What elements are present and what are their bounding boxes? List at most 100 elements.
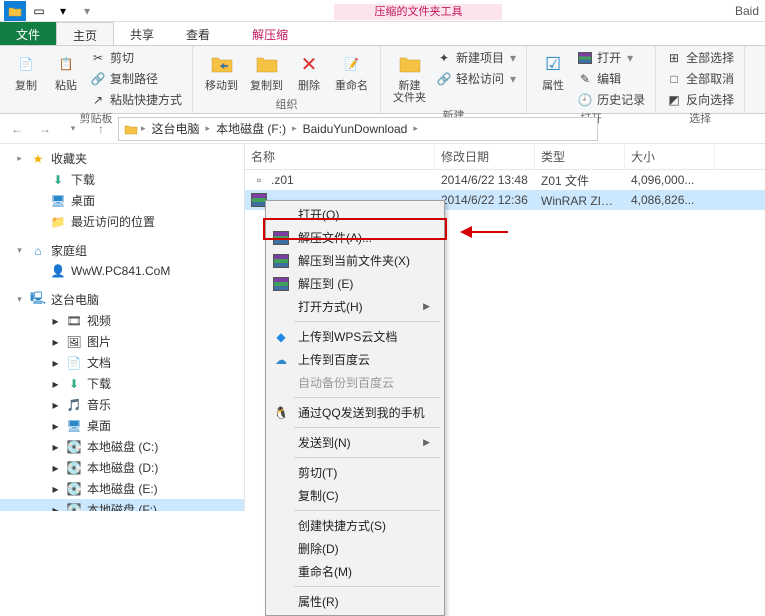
ctx-open-with[interactable]: 打开方式(H)▶: [268, 295, 442, 318]
easyaccess-button[interactable]: 🔗轻松访问▾: [434, 69, 518, 88]
ctx-cut[interactable]: 剪切(T): [268, 461, 442, 484]
selectnone-button[interactable]: □全部取消: [664, 69, 736, 88]
ctx-auto-backup: 自动备份到百度云: [268, 371, 442, 394]
wps-icon: ◆: [272, 329, 290, 345]
tree-pictures[interactable]: ▸🖼图片: [0, 331, 244, 352]
tree-drive-d[interactable]: ▸💽本地磁盘 (D:): [0, 457, 244, 478]
ribbon-tabs: 文件 主页 共享 查看 解压缩: [0, 22, 765, 46]
nav-up-button[interactable]: ↑: [90, 118, 112, 140]
nav-recent-button[interactable]: ▾: [62, 118, 84, 140]
newitem-button[interactable]: ✦新建项目▾: [434, 48, 518, 67]
drive-icon: 💽: [66, 460, 82, 476]
tab-share[interactable]: 共享: [114, 22, 170, 45]
tree-desktop[interactable]: 🖥桌面: [0, 190, 244, 211]
ctx-send-to[interactable]: 发送到(N)▶: [268, 431, 442, 454]
pasteshortcut-button[interactable]: ↗粘贴快捷方式: [88, 90, 184, 109]
drive-icon: 💽: [66, 502, 82, 512]
qat-dropdown-icon[interactable]: ▾: [76, 1, 98, 21]
file-row[interactable]: ▫.z01 2014/6/22 13:48 Z01 文件 4,096,000..…: [245, 170, 765, 190]
drive-icon: 💽: [66, 439, 82, 455]
tab-home[interactable]: 主页: [56, 22, 114, 45]
winrar-icon: [272, 276, 290, 292]
invertselect-button[interactable]: ◩反向选择: [664, 90, 736, 109]
tree-hg-site[interactable]: 👤WwW.PC841.CoM: [0, 261, 244, 281]
tree-thispc[interactable]: ▾🖳这台电脑: [0, 289, 244, 310]
nav-forward-button[interactable]: →: [34, 118, 56, 140]
delete-icon: ✕: [295, 50, 323, 78]
ctx-rename[interactable]: 重命名(M): [268, 560, 442, 583]
delete-button[interactable]: ✕删除: [291, 48, 327, 94]
properties-button[interactable]: ☑属性: [535, 48, 571, 94]
tree-drive-f[interactable]: ▸💽本地磁盘 (F:): [0, 499, 244, 511]
ctx-upload-wps[interactable]: ◆上传到WPS云文档: [268, 325, 442, 348]
moveto-button[interactable]: 移动到: [201, 48, 242, 94]
drive-icon: 💽: [66, 481, 82, 497]
rename-icon: 📝: [338, 50, 366, 78]
col-type[interactable]: 类型: [535, 144, 625, 169]
newfolder-button[interactable]: 新建 文件夹: [389, 48, 430, 106]
group-open: ☑属性 打开▾ ✎编辑 🕘历史记录 打开: [527, 46, 656, 113]
copyto-button[interactable]: 复制到: [246, 48, 287, 94]
tree-homegroup[interactable]: ▾⌂家庭组: [0, 240, 244, 261]
tab-view[interactable]: 查看: [170, 22, 226, 45]
tab-extract[interactable]: 解压缩: [236, 22, 304, 45]
open-button[interactable]: 打开▾: [575, 48, 647, 67]
chevron-right-icon: ▶: [423, 301, 430, 312]
selectall-icon: ⊞: [666, 50, 682, 66]
tree-recent[interactable]: 📁最近访问的位置: [0, 211, 244, 232]
crumb-root[interactable]: 这台电脑: [148, 118, 204, 139]
paste-button[interactable]: 📋粘贴: [48, 48, 84, 94]
crumb-folder[interactable]: BaiduYunDownload: [299, 120, 412, 138]
context-menu: 打开(O) 解压文件(A)... 解压到当前文件夹(X) 解压到 (E) 打开方…: [265, 200, 445, 616]
tree-downloads2[interactable]: ▸⬇下载: [0, 373, 244, 394]
ctx-properties[interactable]: 属性(R): [268, 590, 442, 613]
ctx-upload-baidu[interactable]: ☁上传到百度云: [268, 348, 442, 371]
address-bar[interactable]: ▸ 这台电脑 ▸ 本地磁盘 (F:) ▸ BaiduYunDownload ▸: [118, 117, 598, 141]
tree-videos[interactable]: ▸🎞视频: [0, 310, 244, 331]
col-name[interactable]: 名称: [245, 144, 435, 169]
music-icon: 🎵: [66, 397, 82, 413]
folder-icon: [123, 121, 139, 137]
tab-file[interactable]: 文件: [0, 22, 56, 45]
history-button[interactable]: 🕘历史记录: [575, 90, 647, 109]
tree-drive-c[interactable]: ▸💽本地磁盘 (C:): [0, 436, 244, 457]
crumb-drive[interactable]: 本地磁盘 (F:): [212, 118, 290, 139]
tree-favorites[interactable]: ▸★收藏夹: [0, 148, 244, 169]
ctx-extract-to[interactable]: 解压到 (E): [268, 272, 442, 295]
qat-properties-icon[interactable]: ▭: [28, 1, 50, 21]
nav-back-button[interactable]: ←: [6, 118, 28, 140]
cut-button[interactable]: ✂剪切: [88, 48, 184, 67]
col-size[interactable]: 大小: [625, 144, 715, 169]
ctx-extract-here[interactable]: 解压到当前文件夹(X): [268, 249, 442, 272]
ctx-shortcut[interactable]: 创建快捷方式(S): [268, 514, 442, 537]
qat-explorer-icon[interactable]: [4, 1, 26, 21]
desktop-icon: 🖥: [50, 193, 66, 209]
col-date[interactable]: 修改日期: [435, 144, 535, 169]
path-icon: 🔗: [90, 71, 106, 87]
desktop-icon: 🖥: [66, 418, 82, 434]
tree-music[interactable]: ▸🎵音乐: [0, 394, 244, 415]
open-icon: [577, 50, 593, 66]
nav-tree[interactable]: ▸★收藏夹 ⬇下载 🖥桌面 📁最近访问的位置 ▾⌂家庭组 👤WwW.PC841.…: [0, 144, 245, 511]
tree-desktop2[interactable]: ▸🖥桌面: [0, 415, 244, 436]
group-clipboard: 📄复制 📋粘贴 ✂剪切 🔗复制路径 ↗粘贴快捷方式 剪贴板: [0, 46, 193, 113]
copypath-button[interactable]: 🔗复制路径: [88, 69, 184, 88]
ctx-copy[interactable]: 复制(C): [268, 484, 442, 507]
ctx-delete[interactable]: 删除(D): [268, 537, 442, 560]
homegroup-icon: ⌂: [30, 243, 46, 259]
download-icon: ⬇: [50, 172, 66, 188]
tree-documents[interactable]: ▸📄文档: [0, 352, 244, 373]
selectall-button[interactable]: ⊞全部选择: [664, 48, 736, 67]
winrar-icon: [272, 253, 290, 269]
shortcut-icon: ↗: [90, 92, 106, 108]
edit-button[interactable]: ✎编辑: [575, 69, 647, 88]
ctx-open[interactable]: 打开(O): [268, 203, 442, 226]
ctx-send-qq[interactable]: 🐧通过QQ发送到我的手机: [268, 401, 442, 424]
copy-button[interactable]: 📄复制: [8, 48, 44, 94]
qat-newfolder-icon[interactable]: ▾: [52, 1, 74, 21]
picture-icon: 🖼: [66, 334, 82, 350]
tree-drive-e[interactable]: ▸💽本地磁盘 (E:): [0, 478, 244, 499]
rename-button[interactable]: 📝重命名: [331, 48, 372, 94]
tree-downloads[interactable]: ⬇下载: [0, 169, 244, 190]
ctx-extract-files[interactable]: 解压文件(A)...: [268, 226, 442, 249]
